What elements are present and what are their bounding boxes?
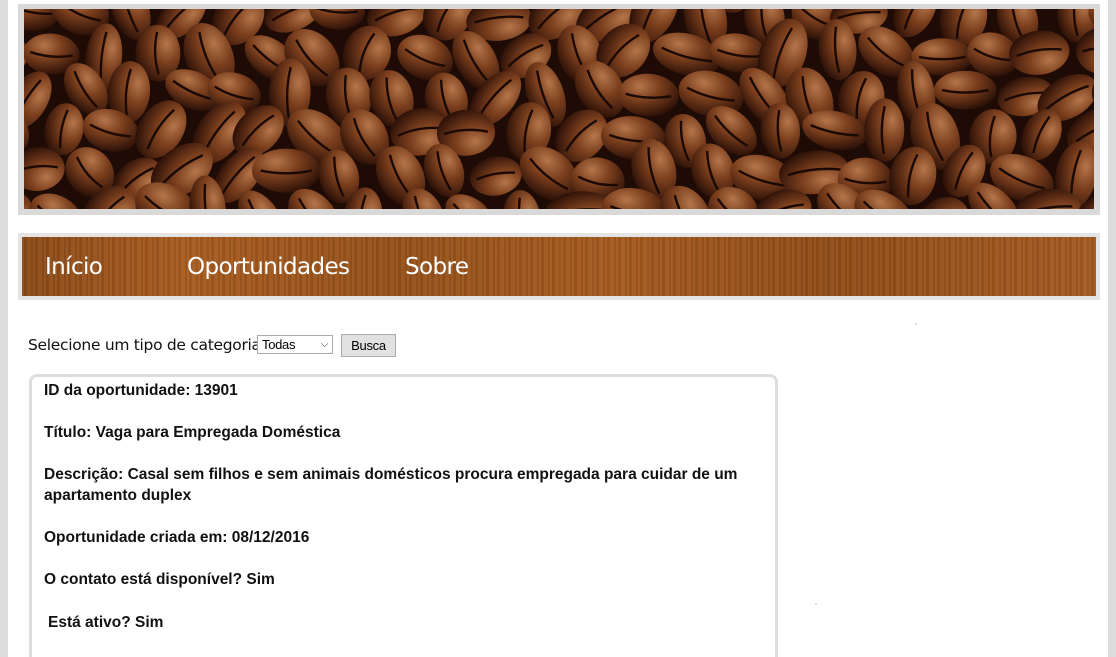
- opportunity-created-date: Oportunidade criada em: 08/12/2016: [44, 529, 310, 546]
- chevron-down-icon: ⌵: [320, 339, 329, 350]
- page: Início Oportunidades Sobre Selecione um …: [0, 0, 1116, 657]
- opportunity-description: Descrição: Casal sem filhos e sem animai…: [44, 466, 738, 504]
- category-select[interactable]: Todas ⌵: [257, 335, 333, 354]
- opportunity-title: Título: Vaga para Empregada Doméstica: [44, 424, 341, 441]
- search-button[interactable]: Busca: [341, 334, 396, 357]
- coffee-beans-image: [24, 9, 1094, 209]
- right-gutter: [1108, 0, 1116, 657]
- nav-item-inicio[interactable]: Início: [45, 237, 103, 296]
- opportunity-active: Está ativo? Sim: [48, 614, 164, 631]
- coffee-beans-banner: [24, 9, 1094, 209]
- left-gutter: [0, 0, 8, 657]
- category-select-value: Todas: [262, 337, 296, 352]
- decorative-dot: [815, 603, 817, 605]
- opportunity-id: ID da oportunidade: 13901: [44, 382, 238, 399]
- nav-item-oportunidades[interactable]: Oportunidades: [187, 237, 350, 296]
- nav-item-sobre[interactable]: Sobre: [405, 237, 469, 296]
- coffee-bean: [934, 70, 997, 110]
- decorative-dot: [915, 323, 917, 325]
- opportunity-contact-available: O contato está disponível? Sim: [44, 571, 275, 588]
- main-nav: Início Oportunidades Sobre: [22, 237, 1096, 296]
- category-filter-label: Selecione um tipo de categoria:: [28, 336, 266, 354]
- coffee-bean: [252, 148, 321, 193]
